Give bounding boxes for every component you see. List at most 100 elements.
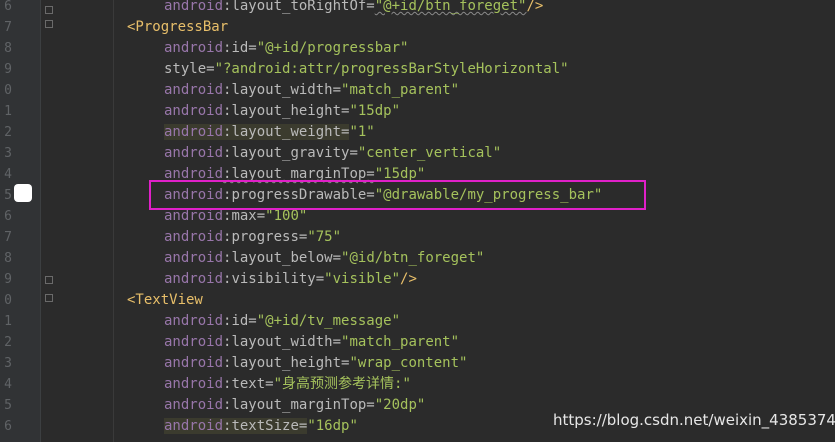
code-line[interactable]: 9 style="?android:attr/progressBarStyleHo… <box>0 59 835 80</box>
code-text: android:id="@+id/tv_message" <box>164 311 400 332</box>
code-text: android:layout_toRightOf="@+id/btn_foreg… <box>164 0 543 17</box>
code-text: android:progress="75" <box>164 227 341 248</box>
code-line[interactable]: 1 android:id="@+id/tv_message" <box>0 311 835 332</box>
line-number: 6 <box>4 0 12 14</box>
code-token-attr: style= <box>164 61 215 77</box>
code-token-attr: :id= <box>223 313 257 329</box>
line-number: 6 <box>4 209 12 224</box>
code-token-val: "center_vertical" <box>357 145 502 161</box>
line-number: 0 <box>4 83 12 98</box>
line-number: 3 <box>4 356 12 371</box>
watermark-text: https://blog.csdn.net/weixin_43853746 <box>553 411 835 429</box>
code-token-attr: :layout_height= <box>223 355 350 371</box>
line-number: 9 <box>4 272 12 287</box>
code-line[interactable]: 9 android:visibility="visible"/> <box>0 269 835 290</box>
code-token-val: "1" <box>349 124 375 140</box>
code-token-val: "75" <box>307 229 342 245</box>
line-number: 4 <box>4 377 12 392</box>
code-line[interactable]: 7 android:progress="75" <box>0 227 835 248</box>
code-token-ns: android <box>164 103 224 119</box>
line-number: 3 <box>4 146 12 161</box>
code-token-attr: :layout_width= <box>223 82 342 98</box>
code-token-ns: android <box>164 145 224 161</box>
line-number: 5 <box>4 188 12 203</box>
code-token-val: "@+id/progressbar" <box>256 40 409 56</box>
line-number: 9 <box>4 62 12 77</box>
code-token-ns: android <box>164 376 224 392</box>
code-line[interactable]: 0 <TextView <box>0 290 835 311</box>
code-text: android:id="@+id/progressbar" <box>164 38 408 59</box>
code-token-val: "visible" <box>324 271 401 287</box>
code-text: android:textSize="16dp" <box>164 416 358 437</box>
code-token-val: "match_parent" <box>341 82 460 98</box>
code-token-val: "wrap_content" <box>349 355 468 371</box>
code-line[interactable]: 8 android:layout_below="@id/btn_foreget" <box>0 248 835 269</box>
code-token-ns: android <box>164 313 224 329</box>
line-number: 1 <box>4 104 12 119</box>
code-line[interactable]: 1 android:layout_height="15dp" <box>0 101 835 122</box>
line-number: 7 <box>4 20 12 35</box>
code-token-val: "@id/btn_foreget" <box>341 250 485 266</box>
code-token-attr: :layout_gravity= <box>223 145 358 161</box>
code-token-ns: android <box>164 208 224 224</box>
code-token-ns: android <box>164 40 224 56</box>
code-token-attr: :text= <box>223 376 274 392</box>
code-text: android:layout_height="wrap_content" <box>164 353 467 374</box>
code-token-attr: :textSize= <box>223 418 308 434</box>
code-token-attr: :visibility= <box>223 271 325 287</box>
code-token-attr: :max= <box>223 208 266 224</box>
code-token-val: "20dp" <box>374 397 426 413</box>
code-line[interactable]: 3 android:layout_height="wrap_content" <box>0 353 835 374</box>
line-number: 2 <box>4 125 12 140</box>
code-text: android:layout_width="match_parent" <box>164 332 459 353</box>
code-line[interactable]: 7 <ProgressBar <box>0 17 835 38</box>
code-text: android:layout_weight="1" <box>164 122 375 143</box>
code-token-ns: android <box>164 82 224 98</box>
code-line[interactable]: 2 android:layout_width="match_parent" <box>0 332 835 353</box>
code-token-attr: :layout_weight= <box>223 124 350 140</box>
code-line[interactable]: 8 android:id="@+id/progressbar" <box>0 38 835 59</box>
code-line[interactable]: 3 android:layout_gravity="center_vertical… <box>0 143 835 164</box>
code-token-attr: :layout_below= <box>223 250 342 266</box>
line-number: 7 <box>4 230 12 245</box>
line-number: 0 <box>4 293 12 308</box>
code-token-ns: android <box>164 418 224 434</box>
code-token-val: "@+id/btn_foreget" <box>374 0 527 14</box>
code-token-ns: android <box>164 229 224 245</box>
code-text: <TextView <box>127 290 203 311</box>
code-text: android:layout_width="match_parent" <box>164 80 459 101</box>
code-line[interactable]: 2 android:layout_weight="1" <box>0 122 835 143</box>
code-token-tag: <TextView <box>127 292 203 308</box>
line-number: 4 <box>4 167 12 182</box>
code-line[interactable]: 4 android:text="身高预测参考详情:" <box>0 374 835 395</box>
code-text: android:layout_gravity="center_vertical" <box>164 143 501 164</box>
code-token-ns: android <box>164 334 224 350</box>
code-text: android:layout_marginTop="20dp" <box>164 395 425 416</box>
code-line[interactable]: 0 android:layout_width="match_parent" <box>0 80 835 101</box>
line-number: 8 <box>4 41 12 56</box>
bookmark-icon[interactable] <box>14 184 32 202</box>
code-text: android:layout_height="15dp" <box>164 101 400 122</box>
code-text: android:visibility="visible"/> <box>164 269 417 290</box>
code-token-val: "15dp" <box>349 103 401 119</box>
code-token-ns: android <box>164 0 224 14</box>
line-number: 8 <box>4 251 12 266</box>
code-token-attr: :layout_height= <box>223 103 350 119</box>
code-token-val: "match_parent" <box>341 334 460 350</box>
code-text: android:layout_below="@id/btn_foreget" <box>164 248 484 269</box>
code-token-ns: android <box>164 271 224 287</box>
line-number: 2 <box>4 335 12 350</box>
code-text: style="?android:attr/progressBarStyleHor… <box>164 59 569 80</box>
code-token-val: "?android:attr/progressBarStyleHorizonta… <box>214 61 569 77</box>
code-text: android:text="身高预测参考详情:" <box>164 374 411 395</box>
code-token-attr: :progress= <box>223 229 308 245</box>
code-token-ns: android <box>164 355 224 371</box>
code-token-val: "16dp" <box>307 418 358 434</box>
code-token-attr: :layout_width= <box>223 334 342 350</box>
code-line[interactable]: 6 android:layout_toRightOf="@+id/btn_fore… <box>0 0 835 17</box>
code-token-tag: /> <box>400 271 417 287</box>
line-number: 6 <box>4 419 12 434</box>
code-token-tag: /> <box>526 0 544 14</box>
code-token-attr: :layout_marginTop= <box>223 397 375 413</box>
line-number: 5 <box>4 398 12 413</box>
